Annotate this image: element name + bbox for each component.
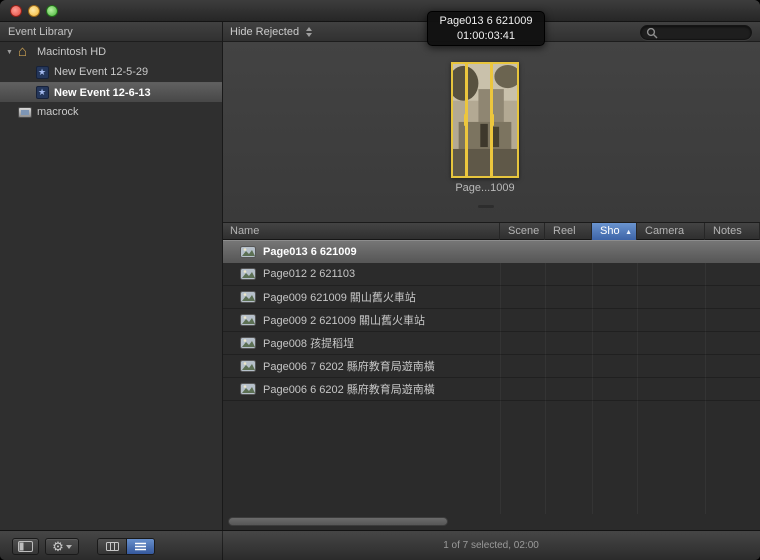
popup-stepper-icon <box>306 27 312 37</box>
tooltip-timecode: 01:00:03:41 <box>428 29 544 44</box>
clip-photo-icon <box>240 337 256 349</box>
zoom-button[interactable] <box>46 5 58 17</box>
clip-name: Page009 2 621009 關山舊火車站 <box>263 312 425 328</box>
clip-photo-icon <box>240 268 256 280</box>
gear-icon <box>52 538 64 556</box>
clip-list-row[interactable]: Page009 621009 關山舊火車站 <box>222 286 760 309</box>
clip-list-row[interactable]: Page009 2 621009 關山舊火車站 <box>222 309 760 332</box>
pane-splitter-handle[interactable] <box>478 205 494 208</box>
column-header[interactable]: Reel <box>545 223 592 241</box>
sidebar-header: Event Library <box>0 22 222 42</box>
bottom-toolbar: 1 of 7 selected, 02:00 <box>0 530 760 560</box>
clip-list-row[interactable]: Page006 6 6202 縣府教育局遊南橫 <box>222 378 760 401</box>
search-field[interactable] <box>640 25 752 40</box>
column-header-label: Camera <box>645 225 684 237</box>
clip-list-row[interactable]: Page006 7 6202 縣府教育局遊南橫 <box>222 355 760 378</box>
sidebar-item-label: Macintosh HD <box>37 46 106 58</box>
view-switcher <box>97 538 155 555</box>
column-header[interactable]: Scene <box>500 223 545 241</box>
clip-name: Page009 621009 關山舊火車站 <box>263 289 416 305</box>
home-icon <box>18 46 32 59</box>
chevron-down-icon <box>66 545 72 549</box>
clip-name: Page006 7 6202 縣府教育局遊南橫 <box>263 358 435 374</box>
column-header[interactable]: Name <box>222 223 500 241</box>
column-header[interactable]: Sho <box>592 223 637 241</box>
app-window: Event Library Hide Rejected Macintosh HD… <box>0 0 760 560</box>
clip-photo-icon <box>240 291 256 303</box>
panel-divider[interactable] <box>222 22 223 530</box>
filmstrip-view-button[interactable] <box>98 539 126 554</box>
sidebar-item[interactable]: New Event 12-5-29 <box>0 62 222 82</box>
range-selection[interactable] <box>465 64 493 176</box>
list-view-button[interactable] <box>126 539 154 554</box>
column-header-label: Name <box>230 225 259 237</box>
filmstrip-view-icon <box>106 542 119 551</box>
minimize-button[interactable] <box>28 5 40 17</box>
clip-label: Page...1009 <box>420 182 550 194</box>
sidebar-toggle-button[interactable] <box>12 538 39 555</box>
clip-photo-icon <box>240 246 256 258</box>
sidebar-header-label: Event Library <box>8 26 73 38</box>
sidebar-item[interactable]: macrock <box>0 102 222 122</box>
list-header: Name Scene Reel Sho Camera Notes <box>222 222 760 240</box>
filter-popup-label: Hide Rejected <box>230 26 299 38</box>
skimmer-tooltip: Page013 6 621009 01:00:03:41 <box>427 11 545 46</box>
list-view-icon <box>134 542 147 551</box>
column-header-label: Sho <box>600 225 620 237</box>
sidebar-item-label: New Event 12-5-29 <box>54 66 148 78</box>
range-start-handle[interactable] <box>464 114 468 126</box>
titlebar[interactable] <box>0 0 760 22</box>
selection-status-text: 1 of 7 selected, 02:00 <box>222 531 760 560</box>
clip-photo-icon <box>240 314 256 326</box>
search-icon <box>646 27 658 39</box>
clip-name: Page008 孩提稻埕 <box>263 335 354 351</box>
sidebar-item-label: New Event 12-6-13 <box>54 87 151 99</box>
sidebar-tree: Macintosh HD New Event 12-5-29 New Event… <box>0 42 222 122</box>
list-body: Page013 6 621009 Page012 2 621103 Page00… <box>222 240 760 530</box>
star-icon <box>36 66 49 79</box>
clip-thumbnail[interactable] <box>451 62 519 178</box>
clip-list-row[interactable]: Page008 孩提稻埕 <box>222 332 760 355</box>
column-header-label: Reel <box>553 225 576 237</box>
action-menu-button[interactable] <box>45 538 79 555</box>
clip-name: Page006 6 6202 縣府教育局遊南橫 <box>263 381 435 397</box>
clip-photo-icon <box>240 383 256 395</box>
star-icon <box>36 86 49 99</box>
clip-name: Page013 6 621009 <box>263 246 357 258</box>
close-button[interactable] <box>10 5 22 17</box>
filter-popup-menu[interactable]: Hide Rejected <box>230 22 312 42</box>
sidebar-panel-icon <box>18 541 33 552</box>
sort-ascending-icon <box>625 224 632 241</box>
column-header-label: Scene <box>508 225 539 237</box>
computer-icon <box>18 107 32 118</box>
disclosure-triangle-icon[interactable] <box>6 49 18 56</box>
sidebar: Macintosh HD New Event 12-5-29 New Event… <box>0 42 222 530</box>
clip-list-row[interactable]: Page013 6 621009 <box>222 240 760 263</box>
column-header[interactable]: Camera <box>637 223 705 241</box>
list-rows: Page013 6 621009 Page012 2 621103 Page00… <box>222 240 760 401</box>
column-header[interactable]: Notes <box>705 223 760 241</box>
sidebar-item-label: macrock <box>37 106 79 118</box>
clip-photo-icon <box>240 360 256 372</box>
clip-name: Page012 2 621103 <box>263 268 355 280</box>
clip-list-row[interactable]: Page012 2 621103 <box>222 263 760 286</box>
filmstrip-pane: Page...1009 <box>222 42 760 222</box>
range-end-handle[interactable] <box>490 114 494 126</box>
sidebar-item[interactable]: New Event 12-6-13 <box>0 82 222 102</box>
column-header-label: Notes <box>713 225 742 237</box>
horizontal-scrollbar-thumb[interactable] <box>228 517 448 526</box>
search-input[interactable] <box>658 27 746 39</box>
sidebar-item[interactable]: Macintosh HD <box>0 42 222 62</box>
tooltip-clip-name: Page013 6 621009 <box>428 14 544 29</box>
